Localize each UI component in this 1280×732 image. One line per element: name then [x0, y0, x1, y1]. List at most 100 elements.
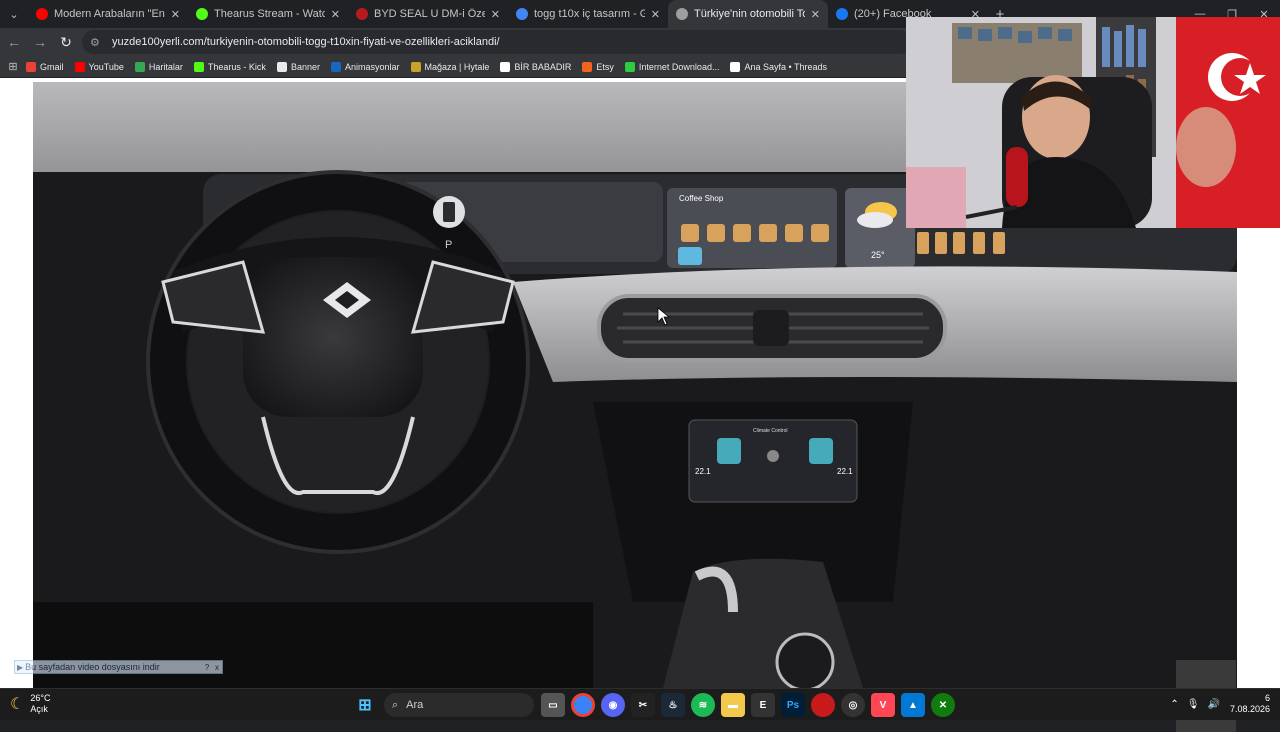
weather-temp-screen: 25° [871, 250, 885, 260]
apps-icon[interactable]: ⊞ [0, 60, 26, 73]
kick-icon [196, 8, 208, 20]
moon-icon: ☾ [10, 696, 25, 713]
close-tab-icon[interactable]: ✕ [331, 8, 340, 21]
facebook-icon [836, 8, 848, 20]
etsy-icon [582, 61, 593, 72]
file-explorer-icon[interactable]: ▬ [721, 693, 745, 717]
youtube-icon [74, 61, 85, 72]
windows-start-icon[interactable]: ⊞ [353, 693, 377, 717]
kick-icon [193, 61, 204, 72]
taskbar-search[interactable]: ⌕ Ara [384, 693, 534, 717]
video-download-label[interactable]: Bu sayfadan video dosyasını indir [23, 662, 202, 672]
weather-desc: Açık [30, 704, 48, 714]
banner-icon [276, 61, 287, 72]
bookmark-item[interactable]: Ana Sayfa • Threads [730, 61, 828, 72]
microphone-icon[interactable]: 🎙 [1187, 699, 1200, 710]
bookmark-label: Animasyonlar [344, 61, 400, 72]
maps-icon [134, 61, 145, 72]
vuetify-icon [330, 61, 341, 72]
google-icon [516, 8, 528, 20]
hytale-icon [410, 61, 421, 72]
climate-title: Climate Control [753, 428, 787, 434]
close-tab-icon[interactable]: ✕ [171, 8, 180, 21]
tab-title: Modern Arabaların "En Aptalca" [54, 8, 165, 20]
bookmark-label: Haritalar [148, 61, 183, 72]
back-button[interactable]: ← [2, 30, 26, 54]
browser-tab[interactable]: togg t10x iç tasarım - Google'da ✕ [508, 0, 668, 28]
photos-icon[interactable]: ▲ [901, 693, 925, 717]
task-view-icon[interactable]: ▭ [541, 693, 565, 717]
close-tab-icon[interactable]: ✕ [651, 8, 660, 21]
epic-games-icon[interactable]: E [751, 693, 775, 717]
system-tray: ⌃ 🎙 🔊 6 7.08.2026 [1162, 693, 1270, 715]
site-info-icon[interactable]: ⚙ [90, 36, 104, 49]
search-icon: ⌕ [392, 698, 399, 711]
url-text: yuzde100yerli.com/turkiyenin-otomobili-t… [112, 36, 500, 48]
video-bar-help-button[interactable]: ? [202, 663, 212, 672]
webcam-overlay [906, 17, 1280, 228]
screen-title: Coffee Shop [679, 194, 724, 203]
reload-button[interactable]: ↻ [54, 30, 78, 54]
xbox-icon[interactable]: ✕ [931, 693, 955, 717]
browser-tab[interactable]: Modern Arabaların "En Aptalca" ✕ [28, 0, 188, 28]
clock[interactable]: 6 7.08.2026 [1230, 693, 1270, 715]
bookmark-item[interactable]: Thearus - Kick [193, 61, 266, 72]
bookmark-item[interactable]: Internet Download... [624, 61, 720, 72]
taskbar-apps: ⊞ ⌕ Ara ▭ ◉ ✂ ♨ ≋ ▬ E Ps ◎ V ▲ ✕ [350, 692, 958, 718]
bookmark-label: Banner [290, 61, 320, 72]
bookmark-item[interactable]: Etsy [582, 61, 614, 72]
photoshop-icon[interactable]: Ps [781, 693, 805, 717]
tab-title: Türkiye'nin otomobili Togg T10 [694, 8, 805, 20]
bookmark-item[interactable]: Gmail [26, 61, 64, 72]
search-placeholder: Ara [406, 699, 424, 711]
youtube-icon [36, 8, 48, 20]
tab-title: Thearus Stream - Watch Live on [214, 8, 325, 20]
weather-temp: 26°C [30, 693, 51, 703]
tab-title: togg t10x iç tasarım - Google'da [534, 8, 645, 20]
bookmark-label: Thearus - Kick [207, 61, 266, 72]
bookmark-label: Ana Sayfa • Threads [744, 61, 828, 72]
browser-tab[interactable]: Thearus Stream - Watch Live on ✕ [188, 0, 348, 28]
video-download-bar[interactable]: ▶ Bu sayfadan video dosyasını indir ? x [14, 660, 223, 674]
bookmark-item[interactable]: BİR BABADIR [500, 61, 571, 72]
bookmark-label: Gmail [40, 61, 64, 72]
steam-icon[interactable]: ♨ [661, 693, 685, 717]
right-temp: 22.1 [837, 467, 853, 476]
bookmark-label: Mağaza | Hytale [424, 61, 490, 72]
taskbar: ☾ 26°C Açık ⊞ ⌕ Ara ▭ ◉ ✂ ♨ ≋ ▬ E Ps ◎ V… [0, 688, 1280, 720]
bookmark-label: YouTube [88, 61, 124, 72]
triangle-icon [500, 61, 511, 72]
bookmark-item[interactable]: Banner [276, 61, 320, 72]
gmail-icon [26, 61, 36, 72]
bookmark-label: Internet Download... [638, 61, 720, 72]
browser-tab[interactable]: BYD SEAL U DM-i Özellikleri | B ✕ [348, 0, 508, 28]
left-temp: 22.1 [695, 467, 711, 476]
byd-icon [356, 8, 368, 20]
red-app-icon[interactable] [811, 693, 835, 717]
address-bar[interactable]: ⚙ yuzde100yerli.com/turkiyenin-otomobili… [82, 30, 912, 54]
bookmark-item[interactable]: YouTube [74, 61, 124, 72]
tray-chevron-icon[interactable]: ⌃ [1170, 699, 1178, 710]
bookmark-item[interactable]: Animasyonlar [330, 61, 400, 72]
weather-widget[interactable]: ☾ 26°C Açık [10, 693, 50, 715]
chrome-icon[interactable] [571, 693, 595, 717]
video-bar-close-button[interactable]: x [212, 663, 222, 672]
bookmark-item[interactable]: Haritalar [134, 61, 183, 72]
spotify-icon[interactable]: ≋ [691, 693, 715, 717]
gear-indicator: P [445, 239, 452, 251]
capcut-icon[interactable]: ✂ [631, 693, 655, 717]
idm-icon [624, 61, 635, 72]
obs-icon[interactable]: ◎ [841, 693, 865, 717]
discord-icon[interactable]: ◉ [601, 693, 625, 717]
close-tab-icon[interactable]: ✕ [811, 8, 820, 21]
clock-time: 6 [1264, 693, 1270, 703]
clock-date: 7.08.2026 [1229, 704, 1270, 714]
browser-tab[interactable]: Türkiye'nin otomobili Togg T10 ✕ [668, 0, 828, 28]
threads-icon [730, 61, 741, 72]
forward-button[interactable]: → [28, 30, 52, 54]
valorant-icon[interactable]: V [871, 693, 895, 717]
bookmark-item[interactable]: Mağaza | Hytale [410, 61, 490, 72]
close-tab-icon[interactable]: ✕ [491, 8, 500, 21]
tab-search-button[interactable]: ⌄ [0, 0, 28, 28]
volume-icon[interactable]: 🔊 [1208, 699, 1220, 710]
